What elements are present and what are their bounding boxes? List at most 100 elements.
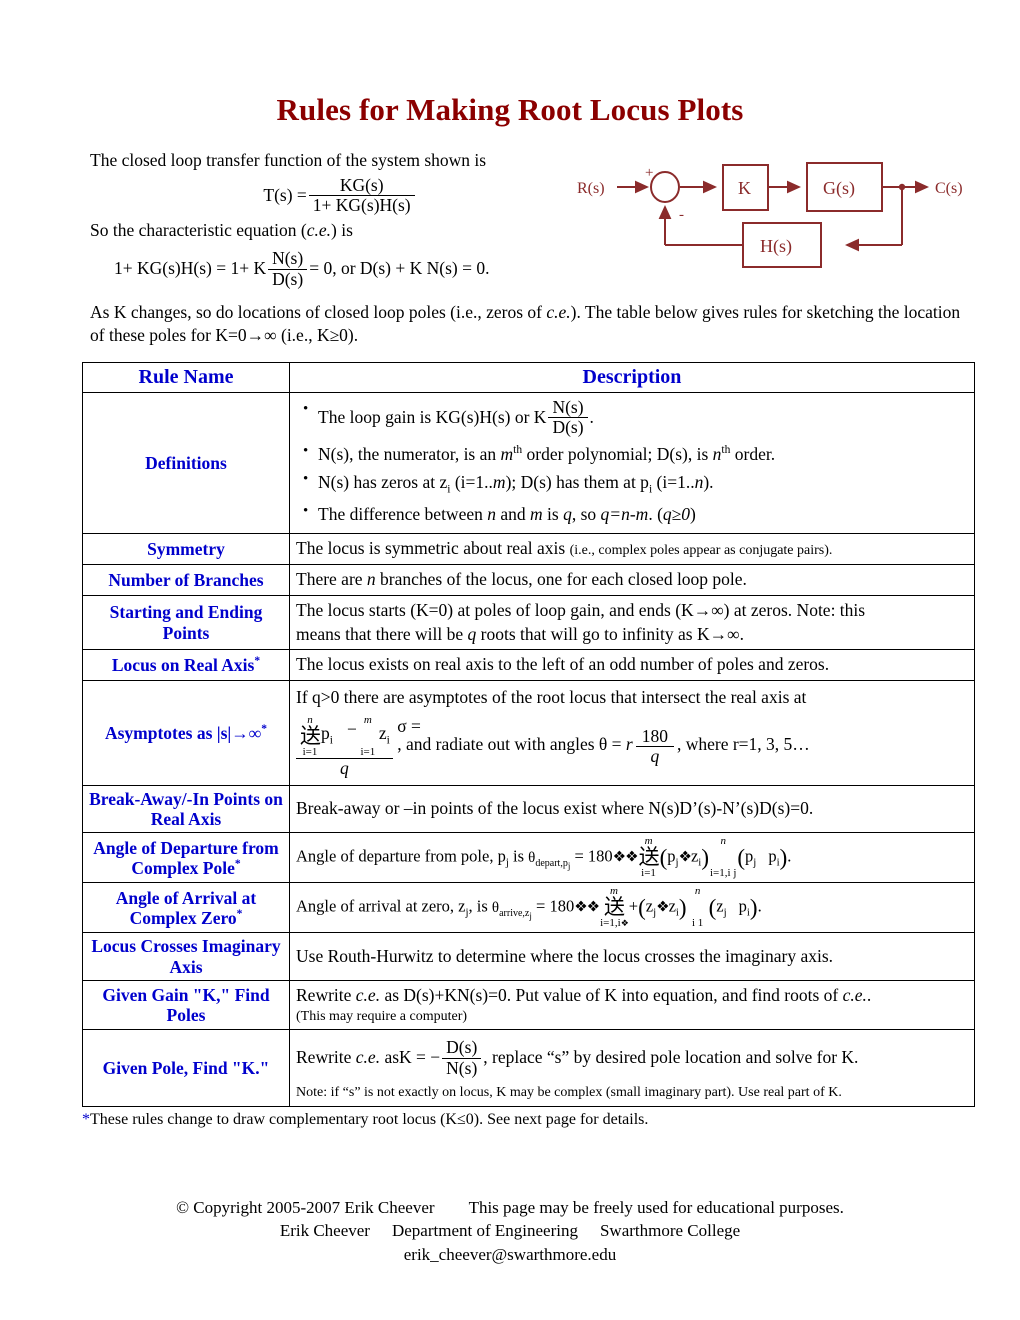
table-row: Locus Crosses Imaginary Axis Use Routh-H…: [82, 932, 975, 981]
def-b2-p6: order.: [730, 444, 776, 465]
def-b4-p8: . (: [648, 504, 663, 525]
def-b3-p2: (i=1..: [450, 472, 493, 493]
ggk-main: Rewrite c.e. as D(s)+KN(s)=0. Put value …: [296, 984, 968, 1008]
chareq-numerator: N(s): [268, 249, 308, 271]
page-title: Rules for Making Root Locus Plots: [276, 92, 744, 127]
table-row: Number of Branches There are n branches …: [82, 564, 975, 596]
department-name: Department of Engineering: [391, 1221, 578, 1241]
summation-glyph-broken: 送: [603, 895, 625, 920]
gpk-fraction: D(s) N(s): [442, 1038, 482, 1079]
term-p: p: [321, 722, 330, 743]
aoa-pre: Angle of arrival at zero, z: [296, 896, 466, 916]
tf-lhs: T(s) =: [263, 184, 307, 205]
def-b1-pre: The loop gain is KG(s)H(s) or K: [318, 406, 547, 427]
aod-sum-lower: i=1: [641, 867, 656, 880]
aoa-g1a: z: [645, 896, 654, 916]
aod-theta-sub2: j: [567, 860, 571, 871]
aod-sum2-upper: n: [720, 835, 726, 848]
summation-glyph-broken: 送: [300, 724, 321, 749]
def-b4-p10: ): [690, 504, 696, 525]
block-diagram: R(s) C(s) + - K G(s) H(s): [575, 157, 975, 269]
def-b4-qge: q≥0: [662, 504, 690, 525]
aoa-paren-open: (: [638, 895, 646, 921]
diagram-block-k: K: [738, 178, 751, 198]
ce-post: ) is: [331, 219, 353, 240]
rule-desc-definitions: The loop gain is KG(s)H(s) or KN(s)D(s).…: [289, 391, 975, 535]
def-b1-post: .: [589, 406, 594, 427]
ce-pre: So the characteristic equation (: [90, 219, 307, 240]
aoa-g2b: p: [738, 896, 747, 916]
rules-table: Rule Name Description Definitions The lo…: [82, 361, 975, 1107]
table-row: Symmetry The locus is symmetric about re…: [82, 533, 975, 566]
aoa-g2a-sub: j: [723, 906, 727, 919]
def-b4-qnm: q=n-m: [600, 504, 649, 525]
ggk-c: .: [866, 984, 872, 1005]
intro-line-1: The closed loop transfer function of the…: [90, 150, 487, 170]
table-row: Angle of Departure from Complex Pole* An…: [82, 832, 975, 884]
rule-name-break-away: Break-Away/-In Points on Real Axis: [82, 784, 290, 834]
asym-tail: , where r=1, 3, 5…: [676, 734, 810, 755]
def-b4-p0: The difference between: [318, 504, 488, 525]
term-z-sub: i: [386, 734, 390, 747]
asym-r: r: [625, 734, 633, 755]
def-b3-p4: ); D(s) has them at p: [505, 472, 649, 493]
rule-desc-locus-on-real-axis: The locus exists on real axis to the lef…: [289, 649, 975, 681]
aod-pre-end: is: [508, 846, 525, 866]
gpk-small: Note: if “s” is not exactly on locus, K …: [296, 1084, 842, 1100]
diagram-minus-sign: -: [679, 207, 684, 223]
rule-desc-given-pole-find-k: Rewrite c.e. asK = − D(s) N(s), replace “s…: [289, 1029, 975, 1107]
document-page: Rules for Making Root Locus Plots R(s) C…: [0, 0, 1020, 1320]
gpk-b: as: [380, 1047, 400, 1068]
def-b1-den: D(s): [552, 417, 584, 438]
list-item: The loop gain is KG(s)H(s) or KN(s)D(s).: [303, 397, 968, 439]
ce-abbrev: c.e.: [306, 219, 332, 240]
sep-l2-post: roots that will go to infinity as K→∞.: [476, 623, 744, 644]
chareq-denominator: D(s): [272, 269, 304, 290]
gpk-den: N(s): [446, 1058, 478, 1079]
def-b3-p6: (i=1..: [652, 472, 695, 493]
tf-numerator: KG(s): [308, 175, 415, 197]
gpk-num: D(s): [442, 1038, 482, 1060]
intro-line-2: So the characteristic equation (c.e.) is: [90, 219, 590, 243]
intro-section: R(s) C(s) + - K G(s) H(s) The closed loo…: [0, 149, 1020, 348]
asym-mid-text: , and radiate out with angles: [397, 734, 595, 755]
def-b2-m: m: [500, 444, 514, 465]
aoa-sum2-upper: n: [694, 885, 701, 898]
aod-paren-close: ): [701, 845, 709, 871]
aoa-label: Angle of Arrival at Complex Zero: [115, 887, 257, 928]
copyright-text: © Copyright 2005-2007 Erik Cheever: [176, 1198, 435, 1217]
gpk-c: , replace “s” by desired pole location a…: [483, 1047, 859, 1068]
tf-denominator: 1+ KG(s)H(s): [312, 195, 411, 216]
chareq-mid: = 0: [309, 258, 333, 279]
rule-desc-angle-of-departure: Angle of departure from pole, p j is θdep…: [289, 832, 975, 884]
aoa-sum-1: m 送 i=1,i❖: [600, 886, 629, 930]
aoa-theta: θarrive,zj: [492, 900, 532, 921]
footnote-star: *: [82, 1110, 90, 1128]
footer-line-2: Erik Cheever Department of Engineering Swa…: [0, 1219, 1020, 1242]
rule-name-starting-ending-points: Starting and Ending Points: [82, 594, 290, 651]
gpk-ce: c.e.: [355, 1047, 381, 1068]
rule-desc-starting-ending-points: The locus starts (K=0) at poles of loop …: [289, 594, 975, 651]
aoa-sum2-lower: i 1: [691, 917, 704, 930]
broken-glyph-aoa-sub: ❖: [620, 919, 629, 930]
aoa-plus: +: [628, 896, 639, 916]
footer-line-3: erik_cheever@swarthmore.edu: [403, 1244, 617, 1264]
chareq-fraction: N(s) D(s): [268, 249, 308, 290]
def-b2-p3: order polynomial; D(s), is: [522, 444, 713, 465]
def-b4-q: q: [563, 504, 572, 525]
def-b4-p6: , so: [571, 504, 601, 525]
angle-num: 180: [635, 726, 674, 748]
asym-intro: If q>0 there are asymptotes of the root …: [296, 686, 807, 707]
ggk-a: Rewrite: [296, 984, 356, 1005]
asymptote-formula: n送i=1pi−m送i=1zi q σ = , and radiate out …: [296, 715, 968, 778]
footnote-text: These rules change to draw complementary…: [90, 1110, 649, 1128]
college-name: Swarthmore College: [599, 1221, 741, 1241]
list-item: The difference between n and m is q, so …: [303, 500, 968, 527]
ggk-ce2: c.e.: [842, 984, 867, 1005]
table-header-row: Rule Name Description: [82, 361, 975, 393]
rule-desc-locus-crosses-imaginary-axis: Use Routh-Hurwitz to determine where the…: [289, 932, 975, 981]
chareq-or: , or: [332, 258, 356, 279]
page-footer: © Copyright 2005-2007 Erik Cheever This p…: [0, 1196, 1020, 1266]
aod-theta: θdepart,pj: [528, 850, 570, 871]
sigma-lhs: σ =: [397, 716, 421, 737]
